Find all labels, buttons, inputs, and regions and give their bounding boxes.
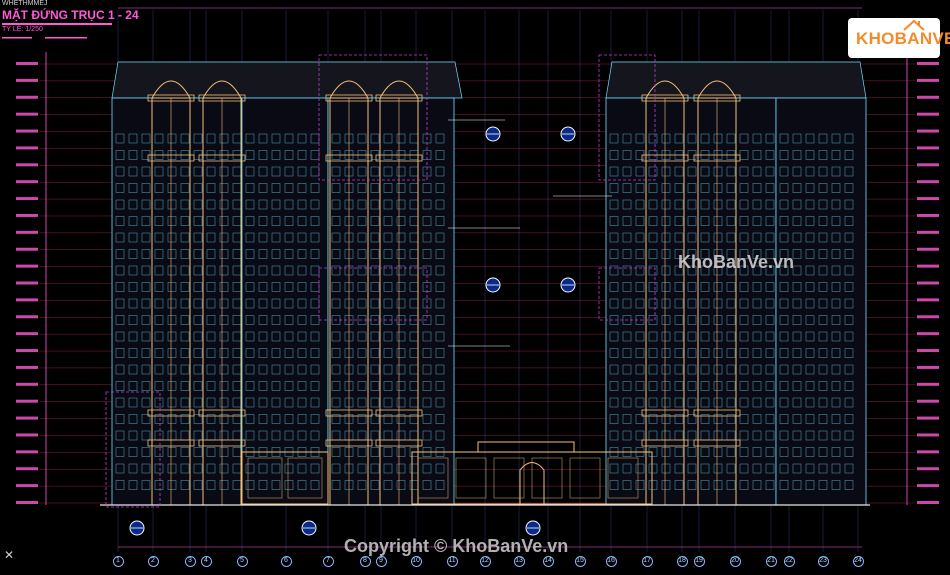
- level-marker-right: [917, 264, 939, 268]
- grid-axis-label: 12: [481, 557, 489, 564]
- level-marker-right: [917, 112, 939, 116]
- level-marker-right: [917, 467, 939, 471]
- grid-axis-label: 20: [731, 557, 739, 564]
- level-marker-left: [16, 484, 38, 488]
- level-marker-right: [917, 247, 939, 251]
- level-marker-left: [16, 264, 38, 268]
- level-marker-right: [917, 163, 939, 167]
- level-marker-right: [917, 230, 939, 234]
- level-marker-right: [917, 78, 939, 82]
- title-underline: [2, 23, 112, 25]
- level-marker-right: [917, 95, 939, 99]
- level-marker-left: [16, 95, 38, 99]
- level-marker-right: [917, 332, 939, 336]
- tower-c-body: [327, 97, 455, 506]
- level-marker-right: [917, 129, 939, 133]
- podium-panel: [455, 457, 487, 499]
- level-marker-right: [917, 365, 939, 369]
- level-marker-left: [16, 298, 38, 302]
- grid-axis-label: 2: [151, 557, 155, 564]
- level-marker-left: [16, 349, 38, 353]
- grid-axis-label: 5: [240, 557, 244, 564]
- level-marker-left: [16, 501, 38, 504]
- gate-header: [477, 441, 575, 453]
- level-marker-left: [16, 365, 38, 369]
- level-marker-left: [16, 180, 38, 184]
- level-marker-left: [16, 281, 38, 285]
- level-marker-right: [917, 146, 939, 150]
- close-icon[interactable]: ✕: [4, 548, 14, 562]
- level-marker-left: [16, 197, 38, 201]
- grid-axis-label: 13: [515, 557, 523, 564]
- grid-axis-label: 21: [767, 557, 775, 564]
- level-marker-right: [917, 484, 939, 488]
- tower-d-body: [605, 97, 777, 506]
- sheet-tag: WHETHMMEJ: [2, 0, 48, 7]
- level-marker-right: [917, 416, 939, 420]
- level-marker-right: [917, 433, 939, 437]
- tower-e-body: [775, 97, 867, 506]
- grid-axis-label: 16: [607, 557, 615, 564]
- level-marker-left: [16, 467, 38, 471]
- level-marker-left: [16, 433, 38, 437]
- grid-axis-label: 18: [678, 557, 686, 564]
- level-marker-right: [917, 450, 939, 454]
- level-marker-left: [16, 416, 38, 420]
- roof-crown-left: [111, 61, 463, 99]
- elevation-drawing: [2, 7, 939, 552]
- level-marker-left: [16, 247, 38, 251]
- grid-axis-label: 23: [819, 557, 827, 564]
- grid-axis-label: 4: [204, 557, 208, 564]
- grid-axis-label: 8: [363, 557, 367, 564]
- level-marker-left: [16, 129, 38, 133]
- level-marker-left: [16, 78, 38, 82]
- level-marker-right: [917, 315, 939, 319]
- watermark-center: KhoBanVe.vn: [678, 252, 795, 272]
- grid-axis-label: 17: [643, 557, 651, 564]
- grid-axis-label: 11: [448, 557, 456, 564]
- level-marker-right: [917, 213, 939, 217]
- tower-a-body: [111, 97, 243, 506]
- level-marker-right: [917, 501, 939, 504]
- level-marker-right: [917, 180, 939, 184]
- level-marker-right: [917, 399, 939, 403]
- scale-bar: [2, 37, 32, 39]
- watermark-bottom: Copyright © KhoBanVe.vn: [344, 536, 569, 556]
- grid-axis-label: 15: [576, 557, 584, 564]
- level-marker-left: [16, 332, 38, 336]
- level-marker-right: [917, 349, 939, 353]
- podium-panel: [569, 457, 601, 499]
- grid-axis-label: 14: [544, 557, 552, 564]
- level-marker-right: [917, 281, 939, 285]
- level-marker-left: [16, 382, 38, 386]
- scale-bar: [45, 37, 87, 39]
- grid-axis-label: 9: [379, 557, 383, 564]
- grid-axis-label: 22: [785, 557, 793, 564]
- level-marker-left: [16, 146, 38, 150]
- logo: KHOBANVE: [848, 18, 950, 58]
- level-marker-left: [16, 213, 38, 217]
- level-marker-right: [917, 62, 939, 65]
- grid-axis-label: 10: [412, 557, 420, 564]
- level-marker-left: [16, 112, 38, 116]
- grid-axis-label: 7: [326, 557, 330, 564]
- grid-axis-label: 19: [695, 557, 703, 564]
- level-marker-left: [16, 163, 38, 167]
- grid-axis-label: 1: [116, 557, 120, 564]
- grid-axis-label: 24: [854, 557, 862, 564]
- grid-axis-label: 6: [284, 557, 288, 564]
- level-marker-left: [16, 450, 38, 454]
- drawing-title: MẶT ĐỨNG TRỤC 1 - 24: [2, 8, 139, 22]
- level-marker-left: [16, 315, 38, 319]
- level-marker-right: [917, 197, 939, 201]
- level-marker-right: [917, 382, 939, 386]
- grid-axis-label: 3: [188, 557, 192, 564]
- logo-text: KHOBANVE: [856, 29, 950, 48]
- scale-label: TỶ LỆ: 1/250: [2, 26, 43, 33]
- level-marker-left: [16, 399, 38, 403]
- roof-crown-right: [605, 61, 867, 99]
- level-marker-left: [16, 230, 38, 234]
- level-marker-left: [16, 62, 38, 65]
- level-marker-right: [917, 298, 939, 302]
